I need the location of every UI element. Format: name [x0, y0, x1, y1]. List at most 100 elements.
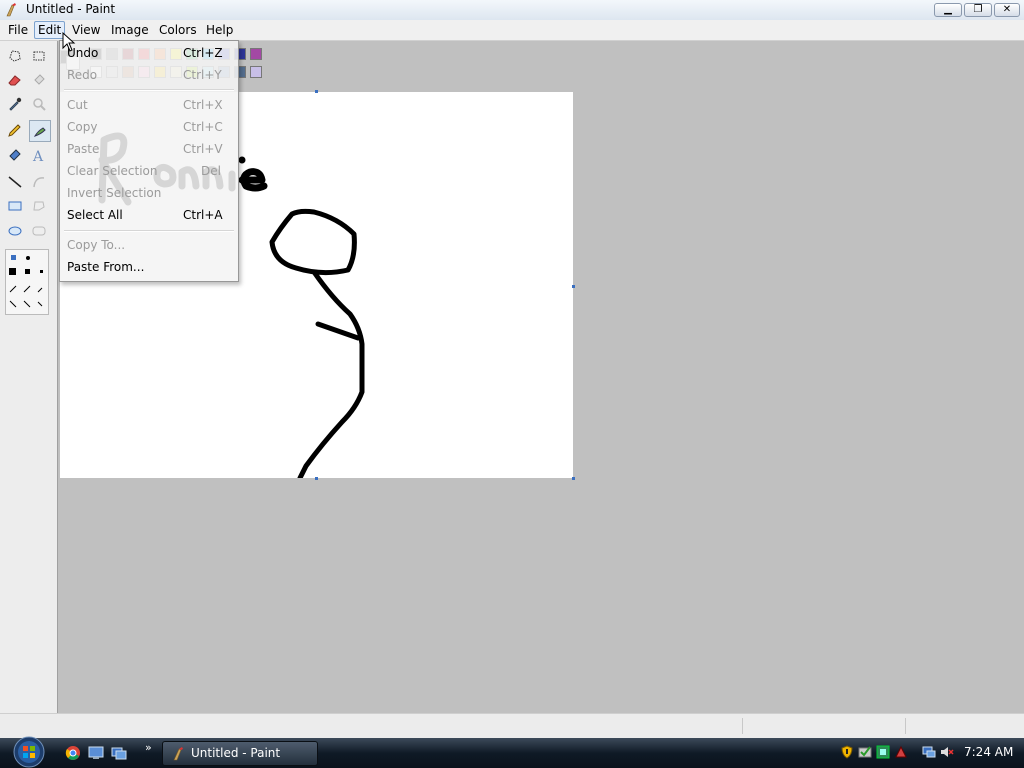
menu-separator: [64, 230, 234, 232]
taskbar-button-paint[interactable]: Untitled - Paint: [162, 741, 318, 766]
copy-to-label: Copy To...: [67, 238, 126, 252]
menu-item-invert-selection[interactable]: Invert Selection: [60, 183, 238, 203]
select-tool[interactable]: [28, 45, 50, 67]
menu-item-select-all[interactable]: Select All Ctrl+A: [60, 205, 238, 225]
rectangle-tool[interactable]: [4, 195, 26, 217]
menu-colors[interactable]: Colors: [156, 22, 200, 38]
minimize-button[interactable]: ▁: [934, 3, 962, 17]
close-icon: ✕: [1002, 4, 1012, 15]
canvas-resize-handle-right[interactable]: [572, 285, 575, 288]
menu-item-cut[interactable]: Cut Ctrl+X: [60, 95, 238, 115]
magnifier-tool[interactable]: [28, 93, 50, 115]
free-form-select-tool[interactable]: [4, 45, 26, 67]
ellipse-tool[interactable]: [4, 220, 26, 242]
eraser-tool[interactable]: [4, 69, 26, 91]
brush-shape-options-icon: [9, 255, 43, 308]
text-icon: A: [32, 149, 44, 163]
eraser-icon: [8, 75, 21, 86]
menu-file[interactable]: File: [5, 22, 31, 38]
menu-help[interactable]: Help: [203, 22, 236, 38]
menu-image[interactable]: Image: [108, 22, 152, 38]
monitor-network-icon[interactable]: [922, 745, 936, 759]
menu-bar: File Edit View Image Colors Help: [0, 20, 1024, 41]
rect-select-icon: [33, 51, 45, 61]
paint-bucket-icon: [34, 74, 45, 85]
paste-label: Paste: [67, 142, 100, 156]
palette-swatch[interactable]: [250, 66, 262, 78]
svg-text:A: A: [32, 149, 44, 163]
maximize-button[interactable]: ❐: [964, 3, 992, 17]
line-tool[interactable]: [4, 171, 26, 193]
network-status-icon[interactable]: [876, 745, 890, 759]
tool-options-box[interactable]: [5, 249, 49, 315]
menu-item-undo[interactable]: Undo Ctrl+Z: [60, 43, 238, 63]
status-bar: [0, 713, 1024, 739]
menu-item-clear-selection[interactable]: Clear Selection Del: [60, 161, 238, 181]
switch-windows-icon[interactable]: [110, 745, 128, 761]
copy-label: Copy: [67, 120, 98, 134]
redo-shortcut: Ctrl+Y: [183, 68, 222, 82]
update-check-icon[interactable]: [858, 745, 872, 759]
menu-item-paste[interactable]: Paste Ctrl+V: [60, 139, 238, 159]
airbrush-icon: [9, 149, 21, 161]
canvas-resize-handle-bottom[interactable]: [315, 477, 318, 480]
menu-separator: [64, 89, 234, 91]
tool-box: A: [0, 41, 58, 713]
paint-app-icon: [6, 3, 16, 17]
tray-app-icon[interactable]: [894, 745, 908, 759]
text-tool[interactable]: A: [28, 144, 50, 166]
cut-label: Cut: [67, 98, 88, 112]
close-button[interactable]: ✕: [994, 3, 1020, 17]
canvas-resize-handle-top[interactable]: [315, 90, 318, 93]
quicklaunch-more-chevron[interactable]: »: [145, 741, 152, 754]
status-coordinates-panel: [742, 718, 743, 734]
free-form-select-icon: [9, 50, 21, 62]
taskbar-clock[interactable]: 7:24 AM: [964, 745, 1013, 759]
taskbar-button-label: Untitled - Paint: [191, 746, 281, 760]
mouse-cursor-icon: [62, 32, 76, 52]
clear-selection-shortcut: Del: [201, 164, 221, 178]
menu-item-copy-to[interactable]: Copy To...: [60, 235, 238, 255]
color-picker-tool[interactable]: [4, 93, 26, 115]
title-bar: Untitled - Paint ▁ ❐ ✕: [0, 0, 1024, 21]
minimize-icon: ▁: [944, 4, 952, 15]
brush-icon: [33, 127, 46, 137]
status-size-panel: [905, 718, 906, 734]
security-shield-icon[interactable]: [840, 745, 854, 759]
line-icon: [8, 176, 22, 188]
canvas-resize-handle-corner[interactable]: [572, 477, 575, 480]
paste-shortcut: Ctrl+V: [183, 142, 223, 156]
invert-selection-label: Invert Selection: [67, 186, 162, 200]
clear-selection-label: Clear Selection: [67, 164, 158, 178]
curve-tool[interactable]: [28, 171, 50, 193]
polygon-tool[interactable]: [28, 195, 50, 217]
start-orb-icon[interactable]: [8, 736, 50, 768]
paste-from-label: Paste From...: [67, 260, 145, 274]
brush-tool[interactable]: [29, 120, 51, 142]
airbrush-tool[interactable]: [4, 144, 26, 166]
paint-app-icon: [173, 747, 183, 761]
menu-edit[interactable]: Edit: [34, 21, 66, 39]
eyedropper-icon: [9, 97, 22, 111]
cut-shortcut: Ctrl+X: [183, 98, 223, 112]
rectangle-icon: [8, 201, 22, 211]
show-desktop-icon[interactable]: [87, 745, 105, 761]
fill-tool[interactable]: [28, 69, 50, 91]
menu-item-redo[interactable]: Redo Ctrl+Y: [60, 65, 238, 85]
volume-muted-icon[interactable]: [940, 745, 954, 759]
redo-label: Redo: [67, 68, 98, 82]
rounded-rect-icon: [32, 226, 46, 236]
magnifier-icon: [33, 98, 46, 111]
curve-icon: [33, 177, 45, 188]
menu-item-paste-from[interactable]: Paste From...: [60, 257, 238, 277]
select-all-shortcut: Ctrl+A: [183, 208, 223, 222]
copy-shortcut: Ctrl+C: [183, 120, 223, 134]
pencil-tool[interactable]: [4, 119, 26, 141]
rounded-rectangle-tool[interactable]: [28, 220, 50, 242]
palette-swatch[interactable]: [250, 48, 262, 60]
menu-item-copy[interactable]: Copy Ctrl+C: [60, 117, 238, 137]
window-title: Untitled - Paint: [26, 2, 116, 16]
undo-shortcut: Ctrl+Z: [183, 46, 223, 60]
edit-menu-dropdown: Undo Ctrl+Z Redo Ctrl+Y Cut Ctrl+X Copy …: [59, 40, 239, 282]
chrome-icon[interactable]: [64, 745, 82, 761]
